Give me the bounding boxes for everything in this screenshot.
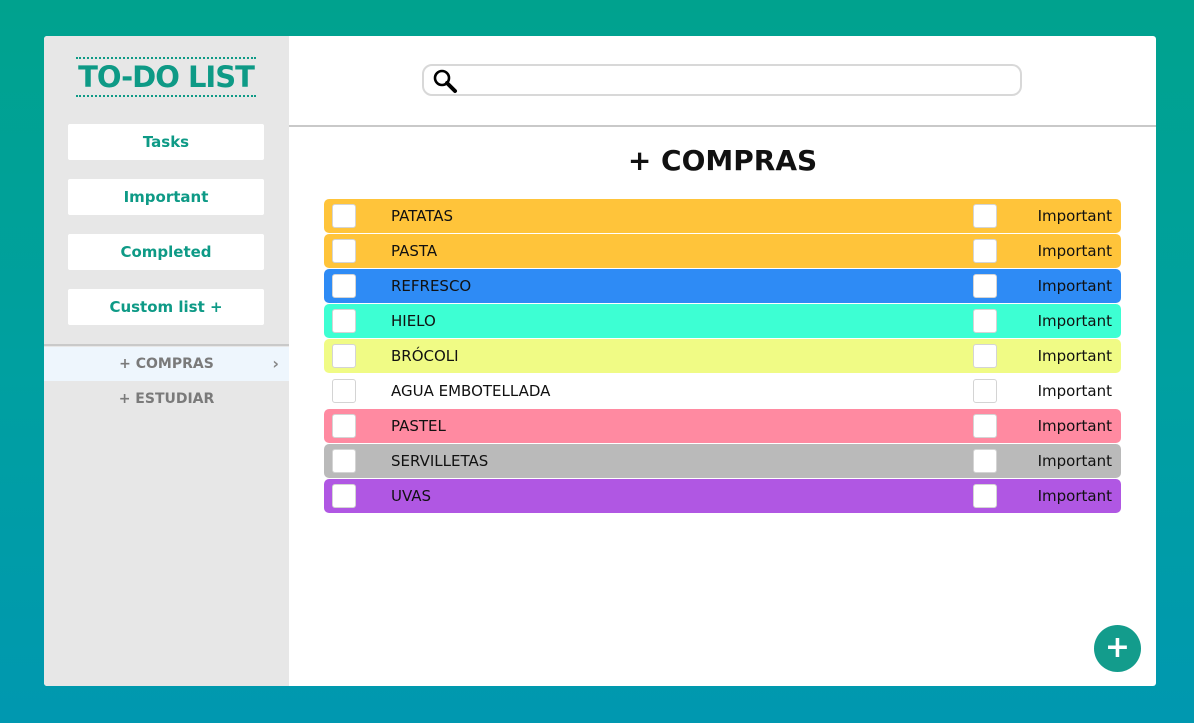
task-label: REFRESCO — [391, 277, 472, 295]
sidebar-list-label: + COMPRAS — [119, 356, 214, 372]
task-complete-checkbox[interactable] — [332, 484, 356, 508]
search-bar[interactable] — [422, 64, 1022, 96]
task-important-checkbox[interactable] — [973, 204, 997, 228]
task-row[interactable]: PASTEL Important — [324, 409, 1121, 443]
task-complete-checkbox[interactable] — [332, 239, 356, 263]
add-task-button[interactable]: + — [1094, 625, 1141, 672]
task-important-checkbox[interactable] — [973, 239, 997, 263]
task-label: UVAS — [391, 487, 432, 505]
task-label: PASTA — [391, 242, 438, 260]
sidebar-list-estudiar[interactable]: + ESTUDIAR — [44, 382, 289, 416]
task-important-checkbox[interactable] — [973, 379, 997, 403]
task-important-checkbox[interactable] — [973, 414, 997, 438]
main-panel: + COMPRAS PATATAS Important PASTA Important… — [289, 36, 1156, 686]
nav-tasks-button[interactable]: Tasks — [68, 124, 264, 160]
top-bar — [289, 36, 1156, 127]
sidebar-list-label: + ESTUDIAR — [118, 391, 215, 407]
list-title: + COMPRAS — [627, 144, 818, 177]
task-row[interactable]: BRÓCOLI Important — [324, 339, 1121, 373]
app-window: TO-DO LIST Tasks Important Completed Cus… — [44, 36, 1156, 686]
task-row[interactable]: HIELO Important — [324, 304, 1121, 338]
task-complete-checkbox[interactable] — [332, 309, 356, 333]
search-input[interactable] — [464, 69, 1013, 93]
task-complete-checkbox[interactable] — [332, 274, 356, 298]
chevron-right-icon: › — [272, 354, 279, 373]
task-important-checkbox[interactable] — [973, 484, 997, 508]
task-label: HIELO — [391, 312, 436, 330]
task-label: AGUA EMBOTELLADA — [391, 382, 551, 400]
sidebar: TO-DO LIST Tasks Important Completed Cus… — [44, 36, 289, 686]
task-important-label: Important — [1037, 312, 1112, 330]
task-important-label: Important — [1037, 347, 1112, 365]
task-complete-checkbox[interactable] — [332, 414, 356, 438]
task-important-label: Important — [1037, 207, 1112, 225]
task-row[interactable]: PASTA Important — [324, 234, 1121, 268]
sidebar-divider — [44, 344, 289, 346]
task-row[interactable]: AGUA EMBOTELLADA Important — [324, 374, 1121, 408]
task-label: BRÓCOLI — [391, 347, 459, 365]
task-row[interactable]: PATATAS Important — [324, 199, 1121, 233]
task-label: PATATAS — [391, 207, 454, 225]
task-important-label: Important — [1037, 277, 1112, 295]
search-icon[interactable] — [432, 68, 458, 94]
task-complete-checkbox[interactable] — [332, 344, 356, 368]
task-important-checkbox[interactable] — [973, 309, 997, 333]
sidebar-list-compras[interactable]: + COMPRAS › — [44, 347, 289, 381]
task-important-checkbox[interactable] — [973, 274, 997, 298]
task-label: PASTEL — [391, 417, 446, 435]
task-row[interactable]: UVAS Important — [324, 479, 1121, 513]
task-important-checkbox[interactable] — [973, 344, 997, 368]
task-important-label: Important — [1037, 452, 1112, 470]
task-important-label: Important — [1037, 417, 1112, 435]
task-list: PATATAS Important PASTA Important REFRESCO Im… — [324, 199, 1121, 514]
task-complete-checkbox[interactable] — [332, 379, 356, 403]
nav-important-button[interactable]: Important — [68, 179, 264, 215]
task-important-label: Important — [1037, 487, 1112, 505]
task-row[interactable]: REFRESCO Important — [324, 269, 1121, 303]
add-custom-list-button[interactable]: Custom list + — [68, 289, 264, 325]
task-complete-checkbox[interactable] — [332, 449, 356, 473]
task-important-label: Important — [1037, 242, 1112, 260]
task-important-label: Important — [1037, 382, 1112, 400]
task-complete-checkbox[interactable] — [332, 204, 356, 228]
app-logo: TO-DO LIST — [76, 57, 256, 97]
nav-completed-button[interactable]: Completed — [68, 234, 264, 270]
task-row[interactable]: SERVILLETAS Important — [324, 444, 1121, 478]
task-label: SERVILLETAS — [391, 452, 489, 470]
task-important-checkbox[interactable] — [973, 449, 997, 473]
